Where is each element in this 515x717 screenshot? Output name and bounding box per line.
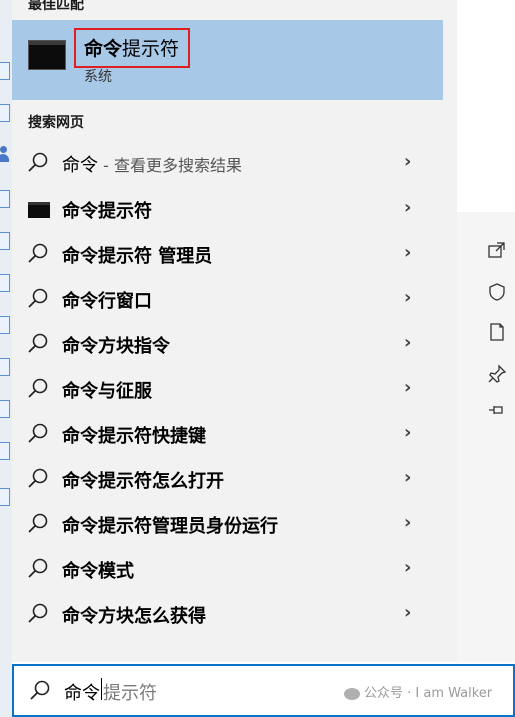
chevron-right-icon[interactable]: ›: [404, 602, 411, 623]
pin-to-taskbar-icon[interactable]: [487, 400, 507, 420]
chevron-right-icon[interactable]: ›: [404, 242, 411, 263]
search-icon: [26, 151, 50, 175]
result-label: 命令 - 查看更多搜索结果: [62, 155, 242, 176]
details-pane: [457, 0, 515, 662]
search-icon: [26, 377, 50, 401]
command-prompt-icon: [28, 202, 50, 218]
search-result-item[interactable]: 命令与征服 ›: [12, 367, 457, 411]
search-icon: [26, 242, 50, 266]
search-icon: [26, 287, 50, 311]
search-icon: [26, 332, 50, 356]
desktop-file-icon: [0, 62, 10, 80]
search-result-item[interactable]: 命令提示符快捷键 ›: [12, 412, 457, 456]
chevron-right-icon[interactable]: ›: [404, 197, 411, 218]
chevron-right-icon[interactable]: ›: [404, 422, 411, 443]
best-match-item[interactable]: 命令提示符 系统: [12, 20, 443, 100]
search-icon: [26, 467, 50, 491]
desktop-file-icon: [0, 400, 10, 418]
search-icon: [26, 602, 50, 626]
search-icon: [26, 512, 50, 536]
chevron-right-icon[interactable]: ›: [404, 557, 411, 578]
result-label: 命令方块怎么获得: [62, 606, 206, 627]
chevron-right-icon[interactable]: ›: [404, 377, 411, 398]
result-label: 命令提示符: [62, 201, 152, 222]
chevron-right-icon[interactable]: ›: [404, 467, 411, 488]
search-icon: [26, 557, 50, 581]
search-icon: [30, 680, 50, 700]
result-label: 命令提示符快捷键: [62, 426, 206, 447]
search-result-item[interactable]: 命令提示符怎么打开 ›: [12, 457, 457, 501]
open-icon[interactable]: [487, 240, 507, 260]
desktop-background: [0, 0, 12, 717]
search-input-text: 命令: [64, 683, 100, 704]
search-icon: [26, 422, 50, 446]
run-as-admin-icon[interactable]: [487, 282, 507, 302]
text-caret: [101, 678, 102, 700]
command-prompt-icon: [28, 40, 66, 70]
search-result-item[interactable]: 命令 - 查看更多搜索结果 ›: [12, 141, 457, 185]
open-file-location-icon[interactable]: [487, 322, 507, 342]
chevron-right-icon[interactable]: ›: [404, 287, 411, 308]
result-label: 命令提示符管理员身份运行: [62, 516, 278, 537]
chevron-right-icon[interactable]: ›: [404, 512, 411, 533]
result-label: 命令提示符怎么打开: [62, 471, 224, 492]
desktop-file-icon: [0, 104, 10, 122]
desktop-user-icon: [0, 146, 12, 164]
desktop-file-icon: [0, 232, 10, 250]
best-match-subtitle: 系统: [84, 69, 112, 85]
pin-to-start-icon[interactable]: [487, 364, 507, 384]
result-label: 命令行窗口: [62, 291, 152, 312]
search-result-item[interactable]: 命令方块怎么获得 ›: [12, 592, 457, 636]
result-label: 命令方块指令: [62, 336, 170, 357]
best-match-title: 命令提示符: [84, 38, 180, 60]
wechat-icon: [344, 687, 360, 700]
search-suggestion: 提示符: [103, 683, 157, 704]
search-result-item[interactable]: 命令提示符管理员身份运行 ›: [12, 502, 457, 546]
search-result-item[interactable]: 命令行窗口 ›: [12, 277, 457, 321]
chevron-right-icon[interactable]: ›: [404, 151, 411, 172]
result-label: 命令模式: [62, 561, 134, 582]
desktop-file-icon: [0, 442, 10, 460]
desktop-file-icon: [0, 190, 10, 208]
best-match-header: 最佳匹配: [28, 0, 84, 13]
search-result-item[interactable]: 命令方块指令 ›: [12, 322, 457, 366]
search-result-item[interactable]: 命令提示符 管理员 ›: [12, 232, 457, 276]
search-result-item[interactable]: 命令模式 ›: [12, 547, 457, 591]
watermark: 公众号 · I am Walker: [344, 682, 492, 701]
search-result-item[interactable]: 命令提示符 ›: [12, 187, 457, 231]
desktop-file-icon: [0, 316, 10, 334]
search-box[interactable]: 命令 提示符 公众号 · I am Walker: [12, 664, 515, 717]
desktop-file-icon: [0, 488, 10, 506]
result-label: 命令与征服: [62, 381, 152, 402]
desktop-file-icon: [0, 358, 10, 376]
desktop-file-icon: [0, 274, 10, 292]
chevron-right-icon[interactable]: ›: [404, 332, 411, 353]
result-label: 命令提示符 管理员: [62, 246, 213, 267]
web-search-header: 搜索网页: [28, 115, 84, 131]
